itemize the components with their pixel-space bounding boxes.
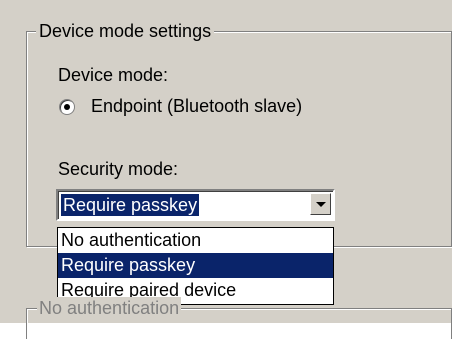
security-mode-label: Security mode: [58, 159, 179, 179]
lower-group-title: No authentication [37, 297, 182, 319]
combobox-dropdown-button[interactable] [310, 193, 331, 215]
combobox-selected-value: Require passkey [61, 194, 200, 216]
panel-edge [452, 0, 463, 323]
dropdown-option-require-passkey[interactable]: Require passkey [58, 253, 333, 278]
chevron-down-icon [316, 202, 326, 207]
security-mode-dropdown-list: No authentication Require passkey Requir… [57, 227, 334, 305]
security-mode-combobox[interactable]: Require passkey [56, 189, 335, 221]
dropdown-option-no-authentication[interactable]: No authentication [58, 228, 333, 253]
device-mode-label: Device mode: [58, 65, 169, 85]
endpoint-radio-label[interactable]: Endpoint (Bluetooth slave) [91, 95, 302, 117]
group-title: Device mode settings [36, 20, 215, 42]
radio-selected-dot [64, 104, 70, 110]
endpoint-radio[interactable] [59, 99, 75, 115]
